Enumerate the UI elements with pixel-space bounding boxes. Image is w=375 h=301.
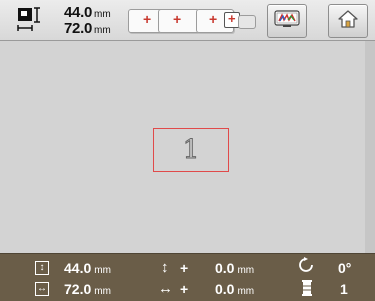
status-width: 72.0 mm <box>64 281 111 297</box>
status-vertical-offset: 0.0 mm <box>215 260 255 276</box>
rotate-icon <box>298 257 314 278</box>
frame-size-4[interactable] <box>238 15 256 29</box>
canvas-right-edge <box>365 41 375 253</box>
design-width-value: 72.0 <box>64 20 92 37</box>
vertical-move-icon: ↕ <box>161 259 169 276</box>
horizontal-offset-sign: + <box>180 281 189 297</box>
status-rotation: 0° <box>338 260 352 276</box>
frame-size-2[interactable]: + <box>158 9 200 33</box>
home-button[interactable] <box>328 4 368 38</box>
embroidery-frame-selector[interactable]: + + + + <box>128 9 258 35</box>
mw-color-icon <box>274 9 300 33</box>
status-height: 44.0 mm <box>64 260 111 276</box>
status-bar: ↕ 44.0 mm ↕ + 0.0 mm 0° ↔ 72.0 mm ↔ + 0.0 mm… <box>0 253 375 301</box>
design-height-value: 44.0 <box>64 4 92 21</box>
design-size-icon <box>16 6 44 34</box>
home-icon <box>337 9 359 34</box>
design-width-unit: mm <box>94 25 111 36</box>
vertical-offset-sign: + <box>180 260 189 276</box>
embroidery-preview-area[interactable]: 1 <box>0 41 375 253</box>
design-bounding-box[interactable]: 1 <box>153 128 229 172</box>
thread-spool-icon <box>301 280 313 301</box>
status-thread-count: 1 <box>340 281 348 297</box>
multi-color-button[interactable] <box>267 4 307 38</box>
design-size-readout: 44.0 mm 72.0 mm <box>64 4 111 38</box>
horizontal-move-icon: ↔ <box>158 280 173 297</box>
status-horizontal-offset: 0.0 mm <box>215 281 255 297</box>
design-height-unit: mm <box>94 9 111 20</box>
top-toolbar: 44.0 mm 72.0 mm + + + + <box>0 0 375 41</box>
width-icon: ↔ <box>35 282 49 296</box>
design-character: 1 <box>182 135 200 165</box>
height-icon: ↕ <box>35 261 49 275</box>
